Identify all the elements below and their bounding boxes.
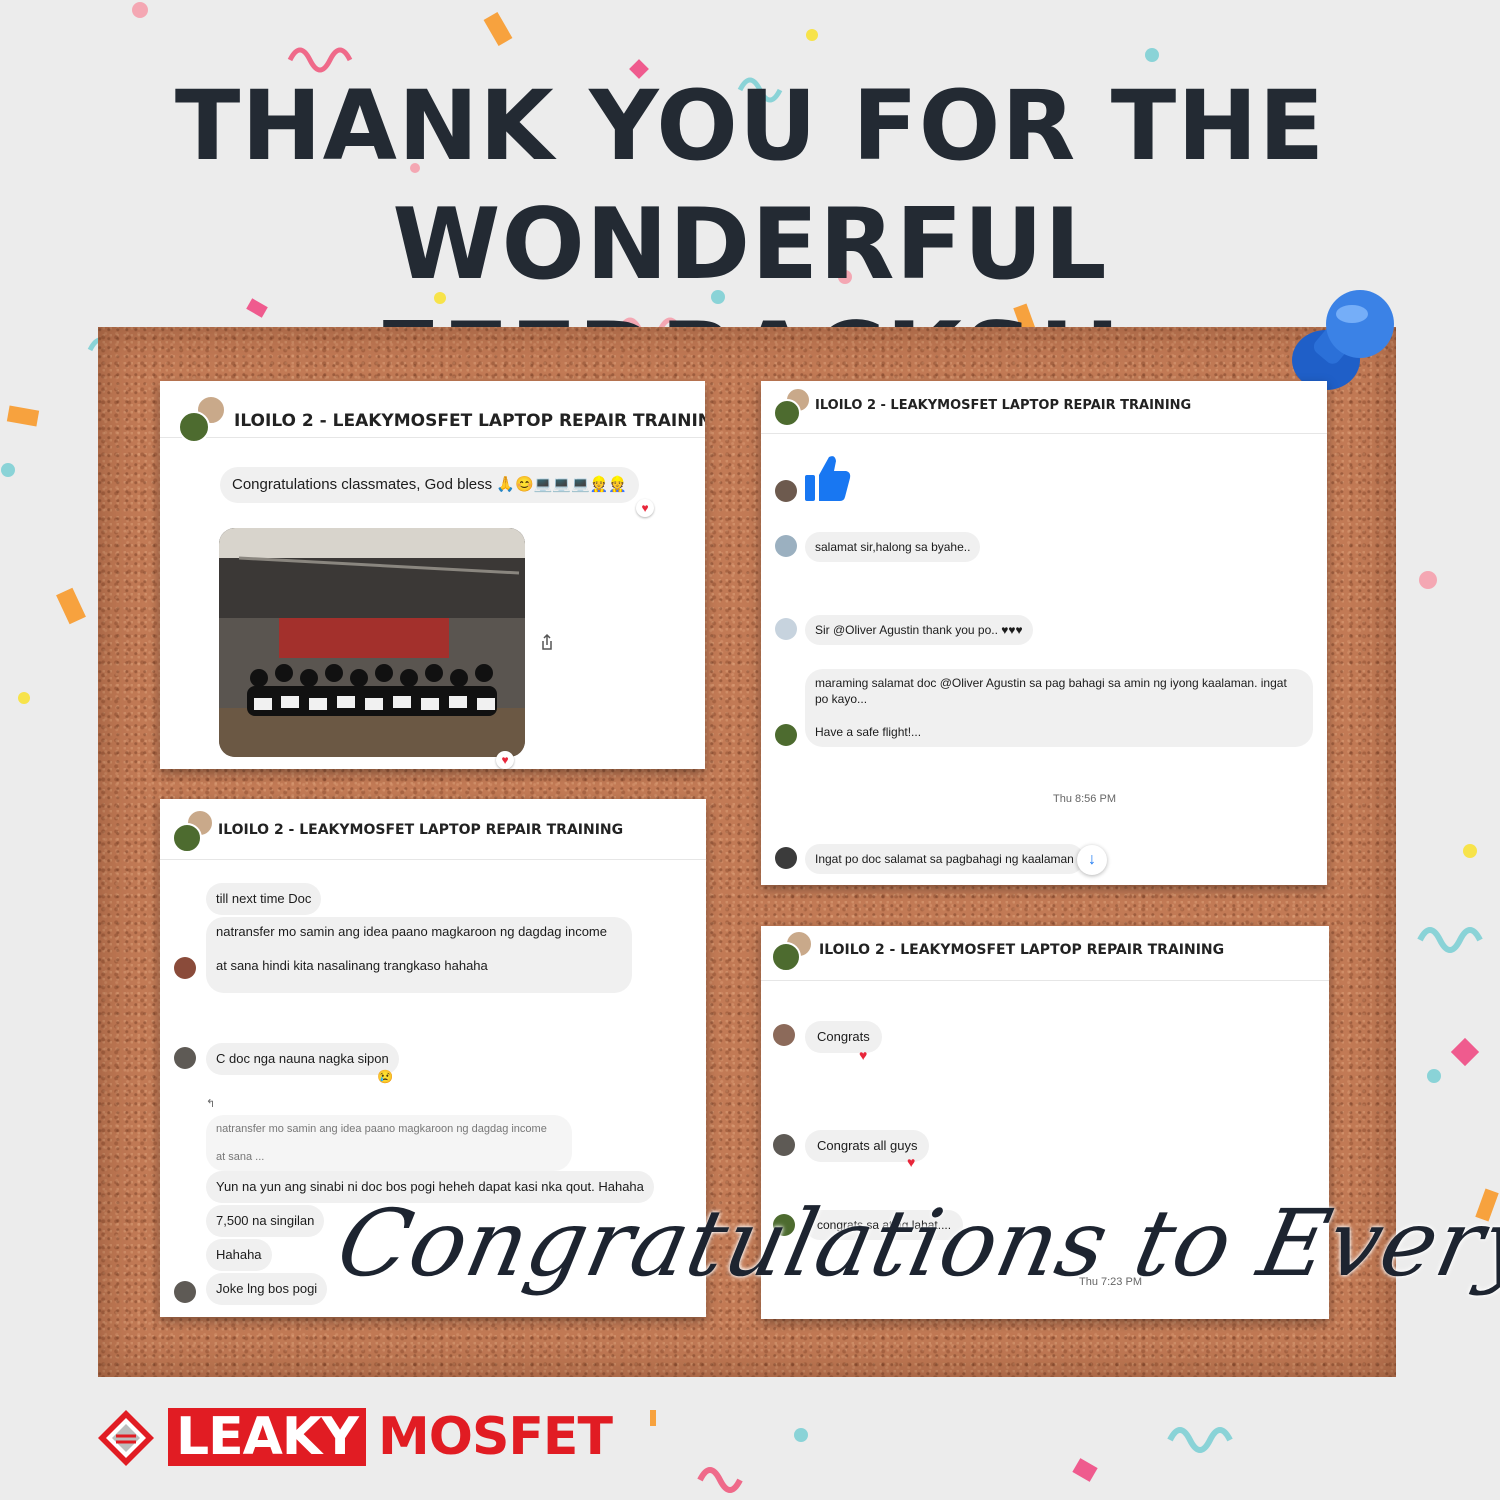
group-avatar-front [771, 942, 801, 972]
group-title: ILOILO 2 - LEAKYMOSFET LAPTOP REPAIR TRA… [819, 942, 1225, 958]
message-bubble[interactable]: 7,500 na singilan [206, 1205, 325, 1237]
sender-avatar[interactable] [174, 1047, 196, 1069]
chat-screenshot-card-1: ILOILO 2 - LEAKYMOSFET LAPTOP REPAIR TRA… [160, 381, 705, 769]
heart-reaction-icon: ♥ [907, 1154, 916, 1170]
reply-arrow-icon: ↰ [206, 1098, 216, 1110]
scroll-down-arrow-icon[interactable]: ↓ [1077, 845, 1107, 875]
quoted-reply: natransfer mo samin ang idea paano magka… [206, 1115, 572, 1171]
sad-reaction-icon: 😢 [377, 1069, 394, 1084]
sender-avatar[interactable] [174, 1281, 196, 1303]
chat-header: ILOILO 2 - LEAKYMOSFET LAPTOP REPAIR TRA… [160, 381, 705, 443]
congratulations-script-text: Congratulations to Everyone! [328, 1190, 1500, 1297]
group-title: ILOILO 2 - LEAKYMOSFET LAPTOP REPAIR TRA… [218, 822, 624, 838]
group-avatar-front [773, 399, 801, 427]
heart-reaction-icon: ♥ [636, 499, 654, 517]
heart-reaction-icon: ♥ [496, 751, 514, 769]
sender-avatar[interactable] [773, 1024, 795, 1046]
group-avatar-front [178, 411, 210, 443]
chat-header: ILOILO 2 - LEAKYMOSFET LAPTOP REPAIR TRA… [761, 926, 1329, 981]
headline-line-1: THANK YOU FOR THE [174, 70, 1326, 182]
sender-avatar[interactable] [775, 724, 797, 746]
message-bubble[interactable]: Joke lng bos pogi [206, 1273, 328, 1305]
quoted-text: at sana ... [216, 1151, 265, 1163]
chat-screenshot-card-2: ILOILO 2 - LEAKYMOSFET LAPTOP REPAIR TRA… [761, 381, 1327, 885]
sender-avatar[interactable] [775, 618, 797, 640]
sender-avatar[interactable] [775, 535, 797, 557]
message-bubble[interactable]: till next time Doc [206, 883, 322, 915]
quoted-text: natransfer mo samin ang idea paano magka… [216, 1123, 547, 1135]
message-text[interactable]: Have a safe flight!... [815, 725, 921, 739]
sender-avatar[interactable] [775, 480, 797, 502]
message-bubble[interactable]: natransfer mo samin ang idea paano magka… [206, 917, 632, 993]
message-text: Sir @Oliver Agustin thank you po.. ♥♥♥ [815, 623, 1023, 637]
timestamp: Thu 8:56 PM [1053, 793, 1116, 805]
group-photo-image [219, 528, 525, 757]
group-title: ILOILO 2 - LEAKYMOSFET LAPTOP REPAIR TRA… [234, 411, 705, 431]
message-text: at sana hindi kita nasalinang trangkaso … [216, 958, 488, 973]
thumbs-up-icon [805, 456, 851, 501]
logo-text-leaky: LEAKY [168, 1408, 366, 1466]
message-bubble[interactable]: C doc nga nauna nagka sipon [206, 1043, 399, 1075]
message-bubble[interactable]: Ingat po doc salamat sa pagbahagi ng kaa… [805, 844, 1084, 874]
message-bubble[interactable]: salamat sir,halong sa byahe.. [805, 532, 981, 562]
sender-avatar[interactable] [174, 957, 196, 979]
message-bubble[interactable]: Congrats [805, 1021, 882, 1053]
logo-mark-icon [98, 1410, 154, 1466]
chat-header: ILOILO 2 - LEAKYMOSFET LAPTOP REPAIR TRA… [160, 799, 706, 860]
share-icon[interactable] [540, 633, 554, 651]
group-title: ILOILO 2 - LEAKYMOSFET LAPTOP REPAIR TRA… [815, 398, 1192, 413]
group-avatar-front [172, 823, 202, 853]
group-photo[interactable] [219, 528, 525, 757]
sender-avatar[interactable] [775, 847, 797, 869]
message-bubble[interactable]: Congratulations classmates, God bless 🙏😊… [220, 467, 640, 503]
logo-text-mosfet: MOSFET [378, 1407, 613, 1467]
message-text: natransfer mo samin ang idea paano magka… [216, 924, 607, 939]
heart-reaction-icon: ♥ [859, 1047, 868, 1063]
sender-avatar[interactable] [773, 1134, 795, 1156]
message-bubble[interactable]: Hahaha [206, 1239, 272, 1271]
chat-header: ILOILO 2 - LEAKYMOSFET LAPTOP REPAIR TRA… [761, 381, 1327, 434]
message-bubble[interactable]: Sir @Oliver Agustin thank you po.. ♥♥♥ [805, 615, 1033, 645]
